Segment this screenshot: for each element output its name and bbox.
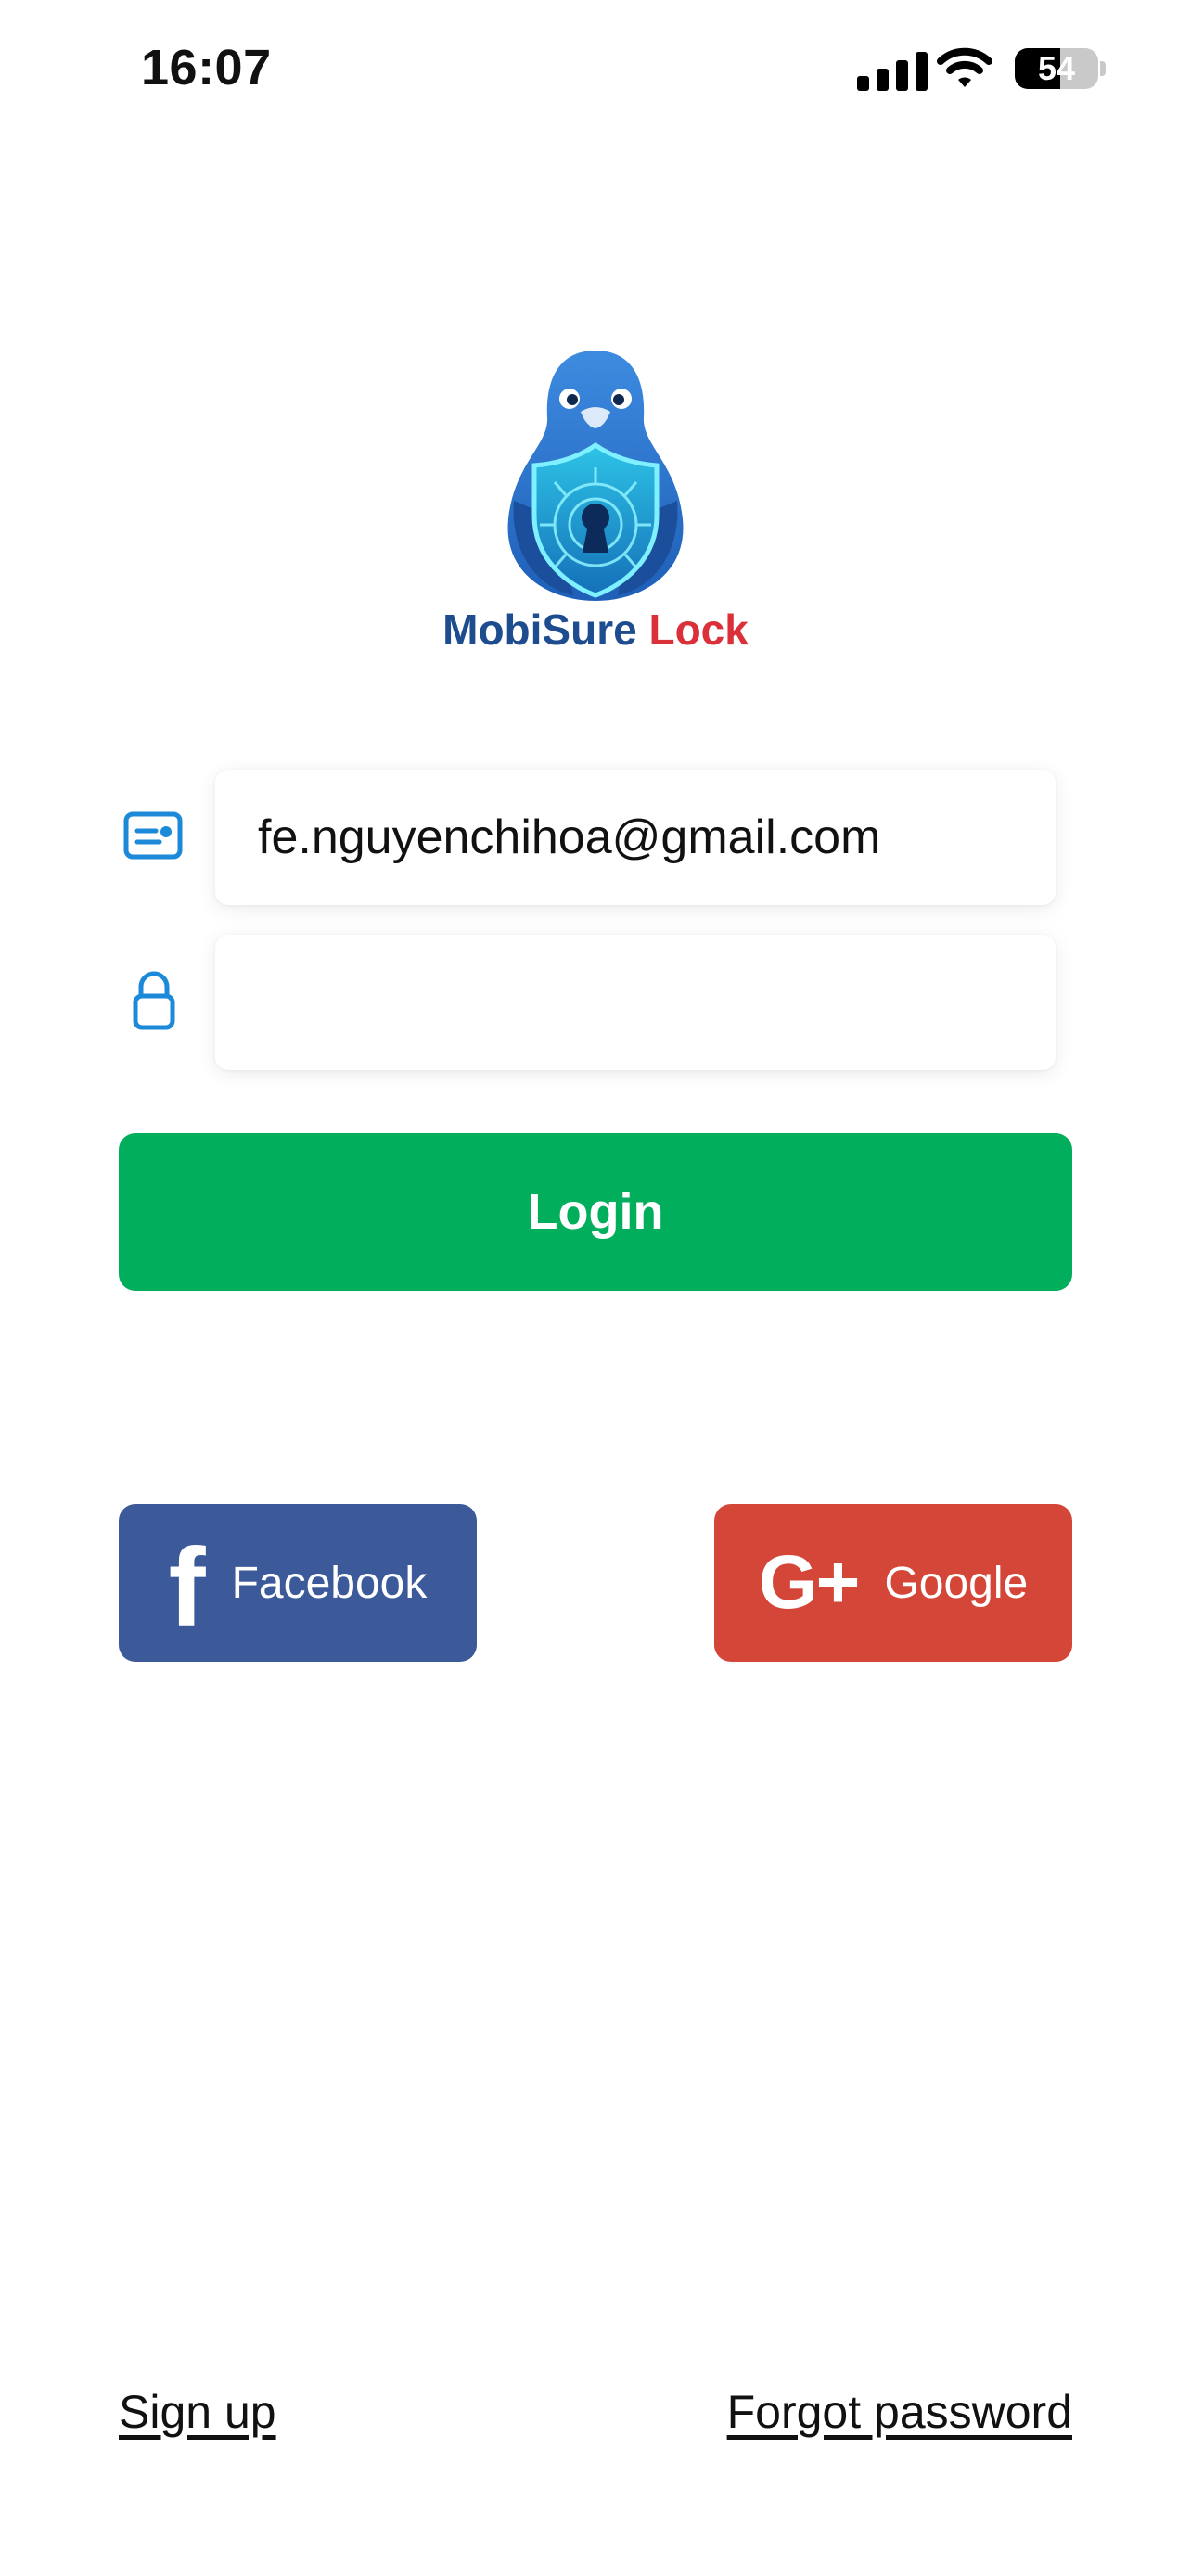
facebook-icon: f — [168, 1525, 206, 1650]
pigeon-shield-keyhole-logo — [477, 343, 714, 603]
battery-cap — [1100, 61, 1106, 76]
brand-name-part1: MobiSure — [442, 606, 637, 654]
email-field[interactable] — [215, 770, 1056, 905]
google-login-button[interactable]: G+ Google — [714, 1504, 1072, 1662]
sign-up-link[interactable]: Sign up — [119, 2385, 276, 2439]
login-button-label: Login — [527, 1184, 664, 1240]
wifi-icon — [937, 46, 992, 94]
id-card-icon — [122, 810, 184, 865]
forgot-password-link[interactable]: Forgot password — [727, 2385, 1072, 2439]
status-time: 16:07 — [141, 40, 272, 96]
email-input[interactable] — [256, 809, 1015, 866]
google-label: Google — [884, 1558, 1029, 1608]
facebook-login-button[interactable]: f Facebook — [119, 1504, 477, 1662]
login-button[interactable]: Login — [119, 1133, 1072, 1291]
lock-icon — [132, 970, 176, 1036]
google-plus-icon: G+ — [758, 1540, 861, 1625]
password-field[interactable] — [215, 935, 1056, 1070]
battery-icon: 54 — [1015, 48, 1098, 89]
battery-level: 54 — [1037, 49, 1076, 87]
facebook-label: Facebook — [231, 1558, 428, 1608]
brand-name-part2: Lock — [648, 606, 749, 654]
signal-icon — [857, 48, 928, 91]
password-input[interactable] — [256, 974, 1015, 1031]
brand-name: MobiSure Lock — [0, 605, 1191, 655]
